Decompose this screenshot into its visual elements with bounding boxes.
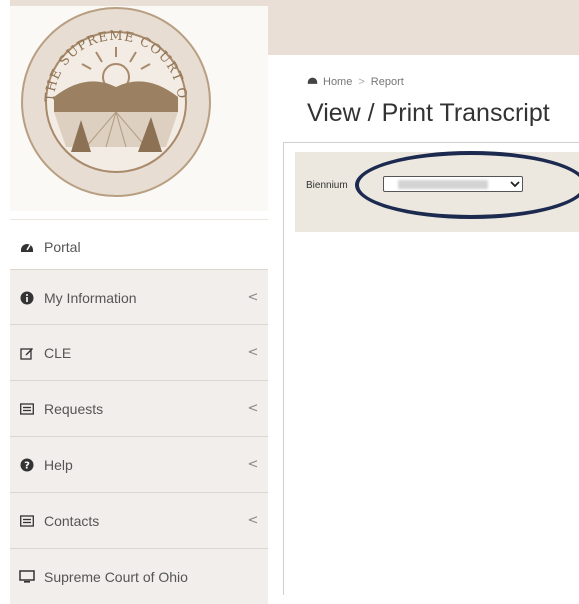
chevron-left-icon: <	[247, 401, 259, 416]
edit-icon	[19, 345, 35, 361]
biennium-select[interactable]: 2022-2023	[383, 176, 523, 192]
svg-text:?: ?	[24, 460, 30, 471]
sidebar-item-requests[interactable]: Requests <	[10, 380, 268, 436]
info-circle-icon	[19, 290, 35, 306]
logo-area: THE SUPREME COURT OF THE STATE OF OHIO	[10, 2, 268, 211]
dashboard-icon	[307, 75, 318, 88]
chevron-left-icon: <	[247, 290, 259, 305]
sidebar-item-label: Contacts	[44, 512, 100, 529]
breadcrumb-current: Report	[370, 75, 404, 88]
breadcrumb-home-link[interactable]: Home	[323, 76, 352, 88]
sidebar-item-supreme-court-of-ohio[interactable]: Supreme Court of Ohio	[10, 548, 268, 604]
page-title: View / Print Transcript	[307, 99, 550, 127]
biennium-label: Biennium	[306, 180, 348, 191]
sidebar-item-label: Portal	[44, 239, 81, 255]
sidebar-item-my-information[interactable]: My Information <	[10, 269, 268, 325]
question-circle-icon: ?	[19, 457, 35, 473]
biennium-selected-value: 2022-2023	[398, 179, 488, 189]
sidebar: THE SUPREME COURT OF THE STATE OF OHIO	[10, 2, 268, 604]
dashboard-icon	[19, 239, 35, 255]
chevron-left-icon: <	[247, 457, 259, 472]
sidebar-item-label: Requests	[44, 400, 104, 417]
chevron-left-icon: <	[247, 345, 259, 360]
sidebar-item-portal[interactable]: Portal	[10, 219, 268, 274]
sidebar-item-help[interactable]: ? Help <	[10, 436, 268, 492]
list-icon	[19, 401, 35, 417]
sidebar-item-contacts[interactable]: Contacts <	[10, 492, 268, 548]
left-edge	[0, 0, 10, 595]
sidebar-item-label: My Information	[44, 289, 137, 306]
sidebar-item-label: Supreme Court of Ohio	[44, 568, 188, 585]
sidebar-item-label: CLE	[44, 344, 72, 361]
chevron-down-icon	[508, 180, 522, 188]
list-icon	[19, 513, 35, 529]
supreme-court-seal-logo[interactable]: THE SUPREME COURT OF THE STATE OF OHIO	[16, 2, 216, 202]
sidebar-item-label: Help	[44, 456, 73, 473]
monitor-icon	[19, 569, 35, 585]
breadcrumb: Home > Report	[307, 75, 404, 88]
sidebar-item-cle[interactable]: CLE <	[10, 324, 268, 380]
breadcrumb-separator: >	[358, 75, 365, 88]
filter-bar	[295, 152, 579, 232]
chevron-left-icon: <	[247, 513, 259, 528]
